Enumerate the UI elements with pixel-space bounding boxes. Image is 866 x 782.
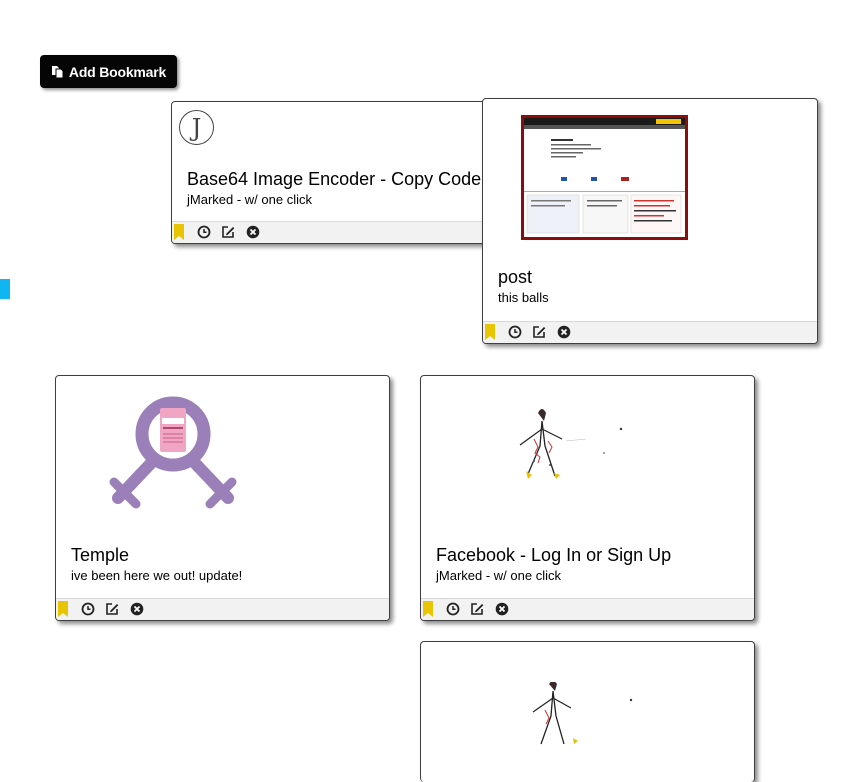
edit-icon[interactable] [221,225,235,239]
bookmark-flag-icon[interactable] [484,324,498,340]
card-title[interactable]: Base64 Image Encoder - Copy Code [187,169,481,190]
bookmark-card[interactable]: post this balls [482,98,818,344]
card-title[interactable]: Facebook - Log In or Sign Up [436,545,671,566]
edit-icon[interactable] [105,602,119,616]
delete-icon[interactable] [246,225,260,239]
sketch-figure-thumbnail [496,391,646,501]
purple-venus-symbol-thumbnail [106,396,241,516]
j-logo-icon: J [178,109,215,146]
bookmark-flag-icon[interactable] [422,601,436,617]
card-toolbar [421,598,754,620]
clock-icon[interactable] [197,225,211,239]
copy-icon [51,65,64,79]
card-description: ive been here we out! update! [71,568,243,583]
card-description: this balls [498,290,549,305]
sketch-figure-thumbnail [511,681,661,752]
delete-icon[interactable] [130,602,144,616]
clock-icon[interactable] [508,325,522,339]
card-description: jMarked - w/ one click [187,192,312,207]
edit-icon[interactable] [532,325,546,339]
card-toolbar [172,221,492,243]
edit-icon[interactable] [470,602,484,616]
card-toolbar [56,598,389,620]
clock-icon[interactable] [81,602,95,616]
bookmark-flag-icon[interactable] [173,224,187,240]
delete-icon[interactable] [557,325,571,339]
bookmark-card[interactable]: Temple ive been here we out! update! [55,375,390,621]
card-title[interactable]: Temple [71,545,129,566]
card-title[interactable]: post [498,267,532,288]
bookmark-flag-icon[interactable] [57,601,71,617]
bookmark-card[interactable] [420,641,755,782]
card-description: jMarked - w/ one click [436,568,561,583]
delete-icon[interactable] [495,602,509,616]
bookmark-card[interactable]: J Base64 Image Encoder - Copy Code jMark… [171,101,493,244]
add-bookmark-label: Add Bookmark [68,63,167,80]
webpage-screenshot-thumbnail [521,115,688,240]
add-bookmark-button[interactable]: Add Bookmark [40,55,177,88]
card-toolbar [483,321,817,343]
bookmark-card[interactable]: Facebook - Log In or Sign Up jMarked - w… [420,375,755,621]
edge-marker [0,279,10,299]
clock-icon[interactable] [446,602,460,616]
